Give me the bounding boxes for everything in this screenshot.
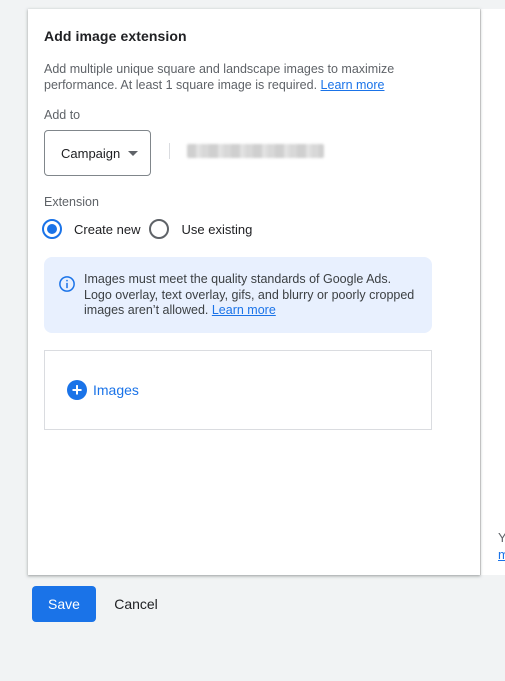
info-icon <box>59 276 75 292</box>
images-section: + Images <box>44 350 432 430</box>
plus-circle-icon: + <box>67 380 87 400</box>
description-learn-more-link[interactable]: Learn more <box>321 78 385 92</box>
radio-create-new-label: Create new <box>74 221 141 237</box>
extension-radio-group: Create new Use existing <box>42 219 252 239</box>
add-to-dropdown[interactable]: Campaign <box>44 130 151 176</box>
radio-create-new-indicator[interactable] <box>42 219 62 239</box>
info-learn-more-link[interactable]: Learn more <box>212 303 276 317</box>
quality-info-banner: Images must meet the quality standards o… <box>44 257 432 333</box>
extension-label: Extension <box>44 195 99 209</box>
dialog-title: Add image extension <box>44 28 187 44</box>
side-panel-link[interactable]: m <box>498 547 505 562</box>
add-image-extension-dialog: Add image extension Add multiple unique … <box>28 9 480 575</box>
caret-down-icon <box>128 150 139 156</box>
radio-use-existing[interactable]: Use existing <box>149 219 252 239</box>
add-to-selected-value: Campaign <box>61 145 121 161</box>
cancel-button[interactable]: Cancel <box>104 586 168 622</box>
background-side-panel: Y m <box>480 9 505 575</box>
redacted-campaign-name <box>187 144 324 158</box>
vertical-divider <box>169 143 170 159</box>
info-text-block: Images must meet the quality standards o… <box>84 272 419 319</box>
radio-use-existing-indicator[interactable] <box>149 219 170 239</box>
add-to-label: Add to <box>44 108 81 122</box>
radio-use-existing-label: Use existing <box>181 221 253 237</box>
save-button[interactable]: Save <box>32 586 96 622</box>
side-panel-text: Y <box>498 530 505 545</box>
add-images-button[interactable]: + Images <box>67 380 139 400</box>
add-images-label: Images <box>93 382 139 398</box>
radio-create-new[interactable]: Create new <box>42 219 140 239</box>
dialog-description: Add multiple unique square and landscape… <box>44 62 434 93</box>
